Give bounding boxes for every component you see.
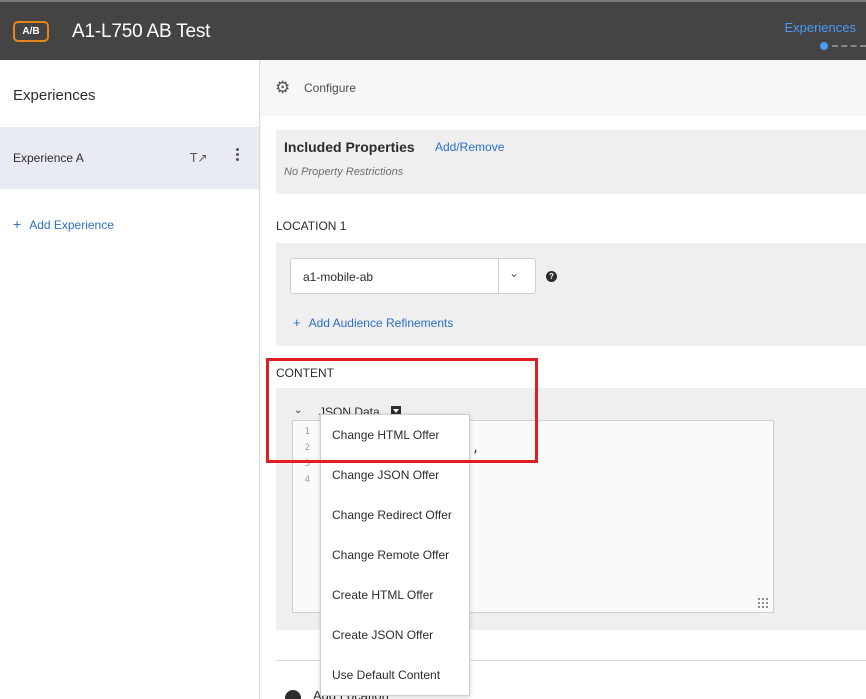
location-select-value: a1-mobile-ab: [303, 270, 374, 284]
menu-item-change-remote-offer[interactable]: Change Remote Offer: [321, 535, 469, 575]
experience-item-a[interactable]: Experience A T↗: [0, 127, 259, 189]
add-experience-button[interactable]: + Add Experience: [13, 216, 114, 232]
configure-bar: ⚙ Configure: [261, 60, 866, 116]
add-audience-label: Add Audience Refinements: [308, 316, 454, 330]
experiences-sidebar: Experiences Experience A T↗ + Add Experie…: [0, 60, 260, 699]
add-experience-label: Add Experience: [29, 218, 114, 232]
location-select[interactable]: a1-mobile-ab ⌄: [290, 258, 536, 294]
chevron-down-icon[interactable]: ⌄: [509, 266, 519, 280]
location-panel: a1-mobile-ab ⌄ ? + Add Audience Refinemen…: [276, 243, 866, 346]
ab-test-badge: A/B: [13, 21, 49, 42]
more-options-icon[interactable]: [233, 148, 241, 164]
plus-icon: +: [13, 216, 22, 232]
plus-icon: +: [293, 315, 301, 330]
menu-item-use-default-content[interactable]: Use Default Content: [321, 655, 469, 695]
included-properties-panel: Included Properties Add/Remove No Proper…: [276, 130, 866, 194]
gear-icon: ⚙: [275, 78, 291, 98]
menu-item-change-redirect-offer[interactable]: Change Redirect Offer: [321, 495, 469, 535]
menu-item-create-json-offer[interactable]: Create JSON Offer: [321, 615, 469, 655]
rename-icon[interactable]: T↗: [190, 151, 207, 165]
experience-label: Experience A: [13, 151, 84, 165]
add-audience-refinements-button[interactable]: + Add Audience Refinements: [293, 315, 453, 330]
activity-title[interactable]: A1-L750 AB Test: [72, 21, 210, 43]
annotation-highlight-box: [266, 358, 538, 463]
location-label: LOCATION 1: [276, 219, 347, 233]
top-header: A/B A1-L750 AB Test Experiences: [0, 0, 866, 60]
step-indicator-dot: [820, 42, 828, 50]
resize-handle-icon[interactable]: [757, 597, 769, 609]
info-icon: [285, 690, 301, 699]
property-restrictions-note: No Property Restrictions: [284, 166, 404, 178]
select-divider: [498, 259, 499, 293]
step-progress-line: [832, 45, 866, 47]
help-icon[interactable]: ?: [546, 271, 557, 282]
configure-label: Configure: [304, 81, 357, 95]
step-experiences[interactable]: Experiences: [784, 20, 856, 35]
line-number: 4: [304, 475, 310, 485]
sidebar-title: Experiences: [13, 87, 96, 104]
included-properties-title: Included Properties: [284, 139, 415, 155]
menu-item-create-html-offer[interactable]: Create HTML Offer: [321, 575, 469, 615]
add-remove-link[interactable]: Add/Remove: [435, 140, 504, 154]
